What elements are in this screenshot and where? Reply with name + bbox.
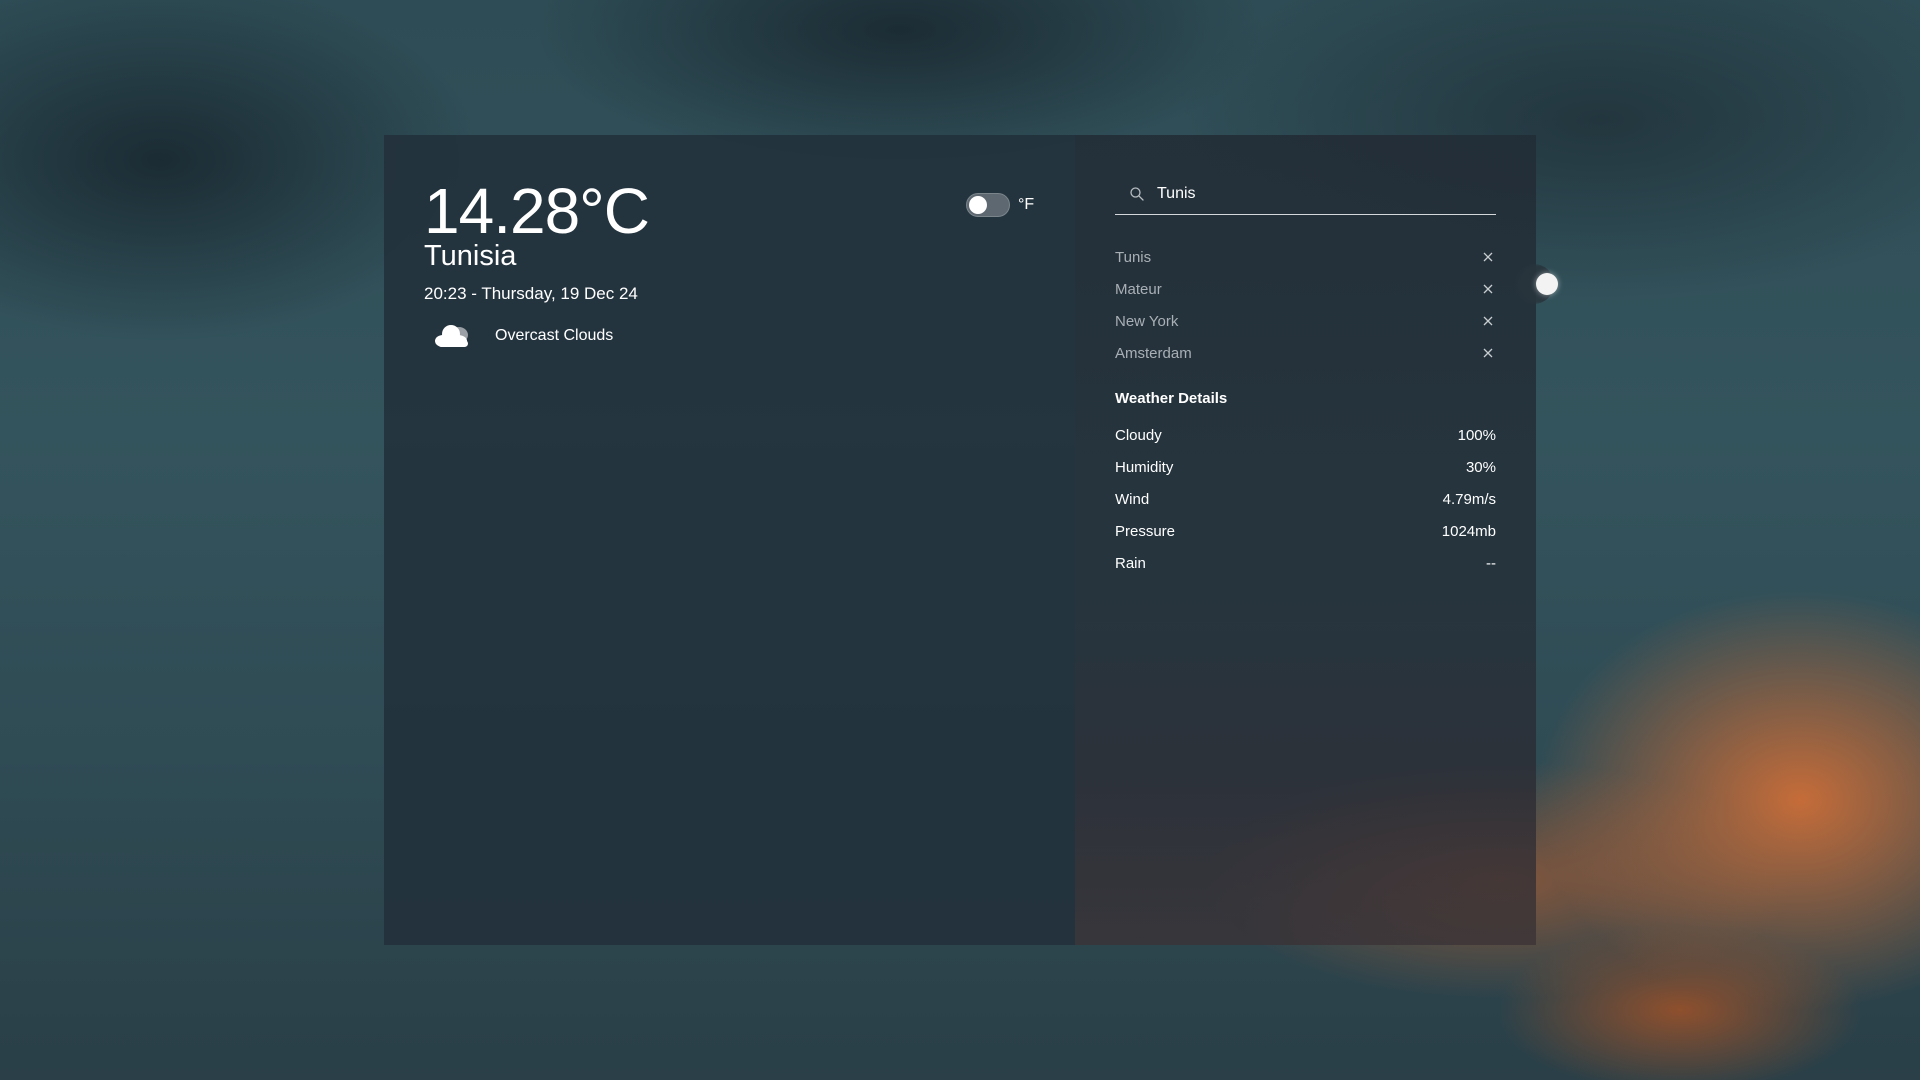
detail-label: Rain	[1115, 554, 1146, 572]
detail-row-wind: Wind 4.79m/s	[1115, 483, 1496, 515]
weather-details-heading: Weather Details	[1115, 390, 1228, 407]
recent-search-label: Mateur	[1115, 280, 1162, 298]
detail-value: 100%	[1457, 426, 1496, 444]
unit-toggle: °F	[966, 193, 1034, 217]
recent-search-item[interactable]: Amsterdam	[1115, 337, 1496, 369]
location-name: Tunisia	[424, 240, 517, 272]
search-icon	[1129, 186, 1145, 202]
detail-row-humidity: Humidity 30%	[1115, 451, 1496, 483]
weather-details-list: Cloudy 100% Humidity 30% Wind 4.79m/s Pr…	[1115, 419, 1496, 579]
recent-search-label: Tunis	[1115, 248, 1152, 266]
close-icon[interactable]	[1480, 313, 1496, 329]
current-weather-panel: 14.28°C Tunisia 20:23 - Thursday, 19 Dec…	[384, 135, 1075, 945]
recent-search-label: Amsterdam	[1115, 344, 1192, 362]
detail-label: Humidity	[1115, 458, 1174, 476]
date-time: 20:23 - Thursday, 19 Dec 24	[424, 284, 638, 303]
close-icon[interactable]	[1480, 345, 1496, 361]
recent-searches: Tunis Mateur New York Amsterdam	[1115, 241, 1496, 369]
condition-label: Overcast Clouds	[495, 327, 614, 344]
unit-label: °F	[1018, 196, 1035, 213]
fahrenheit-toggle-switch[interactable]	[966, 193, 1010, 217]
detail-value: 4.79m/s	[1442, 490, 1496, 508]
recent-search-item[interactable]: Mateur	[1115, 273, 1496, 305]
recent-search-item[interactable]: New York	[1115, 305, 1496, 337]
search-bar	[1115, 173, 1496, 215]
detail-value: 1024mb	[1441, 522, 1496, 540]
detail-label: Cloudy	[1115, 426, 1162, 444]
search-details-panel: Tunis Mateur New York Amsterdam	[1075, 135, 1536, 945]
detail-row-rain: Rain --	[1115, 547, 1496, 579]
detail-label: Wind	[1115, 490, 1150, 508]
detail-row-pressure: Pressure 1024mb	[1115, 515, 1496, 547]
recent-search-label: New York	[1115, 312, 1179, 330]
recent-search-item[interactable]: Tunis	[1115, 241, 1496, 273]
close-icon[interactable]	[1480, 249, 1496, 265]
detail-label: Pressure	[1115, 522, 1176, 540]
moon-disc	[1536, 273, 1558, 295]
cloud-icon	[432, 321, 474, 351]
detail-value: 30%	[1465, 458, 1496, 476]
search-input[interactable]	[1157, 184, 1477, 203]
toggle-knob	[969, 196, 987, 214]
weather-condition: Overcast Clouds	[432, 321, 613, 351]
detail-row-cloudy: Cloudy 100%	[1115, 419, 1496, 451]
moon-icon	[1514, 264, 1558, 304]
detail-value: --	[1486, 554, 1496, 572]
temperature: 14.28°C	[424, 175, 650, 247]
weather-app: 14.28°C Tunisia 20:23 - Thursday, 19 Dec…	[384, 135, 1536, 945]
close-icon[interactable]	[1480, 281, 1496, 297]
